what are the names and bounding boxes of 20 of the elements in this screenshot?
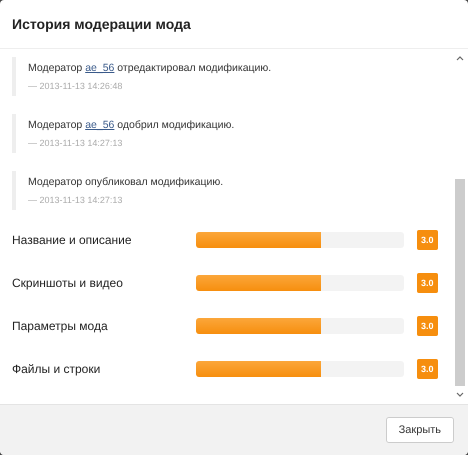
moderator-link[interactable]: ae_56 (85, 62, 114, 74)
close-button[interactable]: Закрыть (386, 417, 454, 443)
rating-label: Параметры мода (12, 318, 109, 332)
dialog-title: История модерации мода (12, 16, 191, 32)
moderator-link[interactable]: ae_56 (85, 119, 114, 131)
rating-score: 3.0 (417, 272, 438, 292)
scroll-down-icon[interactable] (456, 392, 464, 398)
rating-label: Файлы и строки (12, 362, 102, 376)
history-message: Модератор ae_56 отредактировал модификацию. (28, 62, 272, 74)
scroll-up-icon[interactable] (456, 55, 464, 61)
history-date: — 2013-11-13 14:27:13 (28, 138, 124, 148)
history-date: — 2013-11-13 14:27:13 (28, 195, 124, 205)
rating-label: Скриншоты и видео (12, 276, 124, 290)
rating-score: 3.0 (417, 358, 438, 378)
rating-score: 3.0 (417, 230, 438, 250)
history-date: — 2013-11-13 14:26:48 (28, 81, 124, 91)
history-message: Модератор опубликовал модификацию. (28, 176, 224, 188)
history-message: Модератор ae_56 одобрил модификацию. (28, 119, 236, 131)
rating-label: Название и описание (12, 232, 133, 246)
rating-score: 3.0 (417, 316, 438, 336)
